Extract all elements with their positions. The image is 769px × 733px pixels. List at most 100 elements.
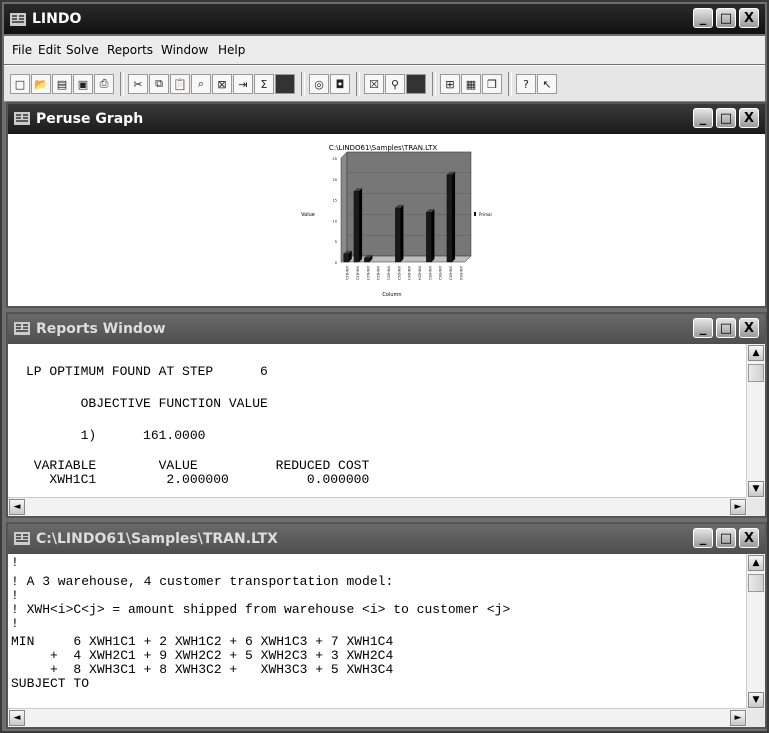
menu-file[interactable]: File [12,43,32,57]
solve-icon[interactable]: ◎ [309,74,329,94]
reports-vertical-scrollbar[interactable]: ▲ ▼ [746,344,765,498]
x-axis-label: Column [382,292,401,298]
scroll-left-arrow-icon[interactable]: ◄ [9,710,25,726]
picture-icon[interactable] [406,74,426,94]
print-icon[interactable]: ⎙ [94,74,114,94]
menu-window[interactable]: Window [161,43,208,57]
stop-icon[interactable] [275,74,295,94]
reports-minimize-button[interactable]: _ [693,318,713,338]
app-close-button[interactable]: X [739,8,759,28]
report-line: OBJECTIVE FUNCTION VALUE [26,396,268,411]
reports-text-area[interactable]: LP OPTIMUM FOUND AT STEP 6 OBJECTIVE FUN… [8,344,765,516]
report-line: VARIABLE VALUE REDUCED COST [26,458,370,473]
model-text-area[interactable]: ! ! A 3 warehouse, 4 customer transporta… [8,554,765,727]
menu-edit[interactable]: Edit [38,43,61,57]
app-maximize-button[interactable]: □ [716,8,736,28]
clear-icon[interactable]: ⊠ [212,74,232,94]
bar-side [431,209,435,262]
reports-horizontal-scrollbar[interactable]: ◄ ► [8,497,747,516]
find-icon[interactable]: ⌕ [191,74,211,94]
reports-close-button[interactable]: X [739,318,759,338]
bar [343,253,349,263]
menu-solve[interactable]: Solve [66,43,99,57]
scroll-down-arrow-icon[interactable]: ▼ [748,692,764,708]
scroll-right-arrow-icon[interactable]: ► [730,710,746,726]
y-tick-label: 25 [333,157,337,161]
bar-side [452,171,456,262]
y-tick-label: 10 [333,219,337,223]
sum-icon[interactable]: Σ [254,74,274,94]
reports-maximize-button[interactable]: □ [716,318,736,338]
scroll-right-arrow-icon[interactable]: ► [730,499,746,515]
reports-window-title-bar[interactable]: Reports Window _ □ X [8,314,765,344]
x-tick-label: XWH3C4 [459,266,463,280]
toolbar-separator [301,72,305,96]
model-line: ! [11,616,19,631]
report-line: 1) 161.0000 [26,428,206,443]
x-tick-label: XWH3C2 [438,266,442,280]
new-icon[interactable]: □ [10,74,30,94]
scroll-thumb[interactable] [748,574,764,592]
scroll-up-arrow-icon[interactable]: ▲ [748,555,764,571]
resize-grip[interactable] [747,709,765,727]
y-tick-label: 5 [335,240,337,244]
window-icon [14,112,30,125]
graph-window-title: Peruse Graph [36,111,144,127]
compile-icon[interactable]: ◘ [330,74,350,94]
bar [446,174,453,263]
model-vertical-scrollbar[interactable]: ▲ ▼ [746,554,765,709]
window-icon [14,532,30,545]
context-help-icon[interactable]: ↖ [537,74,557,94]
app-title-bar[interactable]: LINDO _ □ X [4,4,765,34]
save-icon[interactable]: ▤ [52,74,72,94]
x-tick-label: XWH1C3 [366,266,370,280]
go-to-line-icon[interactable]: ⇥ [233,74,253,94]
scroll-down-arrow-icon[interactable]: ▼ [748,481,764,497]
help-icon[interactable]: ? [516,74,536,94]
model-line: SUBJECT TO [11,676,90,691]
save-as-icon[interactable]: ▣ [73,74,93,94]
cascade-icon[interactable]: ❐ [482,74,502,94]
window-icon [14,322,30,335]
report-icon[interactable]: ⚲ [385,74,405,94]
y-tick-label: 15 [333,199,337,203]
graph-window-title-bar[interactable]: Peruse Graph _ □ X [8,104,765,134]
x-tick-label: XWH3C3 [449,266,453,280]
toolbar-separator [432,72,436,96]
menu-help[interactable]: Help [218,43,245,57]
model-minimize-button[interactable]: _ [693,528,713,548]
copy-icon[interactable]: ⧉ [149,74,169,94]
bar [364,257,370,263]
app-minimize-button[interactable]: _ [693,8,713,28]
bar-side [400,204,404,262]
options-icon[interactable]: ☒ [364,74,384,94]
model-close-button[interactable]: X [739,528,759,548]
open-icon[interactable]: 📂 [31,74,51,94]
app-title: LINDO [32,11,82,27]
legend-label: Primal [479,212,492,217]
model-line: ! XWH<i>C<j> = amount shipped from wareh… [11,602,511,617]
cut-icon[interactable]: ✂ [128,74,148,94]
graph-minimize-button[interactable]: _ [693,108,713,128]
model-horizontal-scrollbar[interactable]: ◄ ► [8,708,747,727]
scroll-up-arrow-icon[interactable]: ▲ [748,345,764,361]
window-icon[interactable]: ⊞ [440,74,460,94]
report-line: XWH1C1 2.000000 0.000000 [26,472,370,487]
model-line: ! A 3 warehouse, 4 customer transportati… [11,574,394,589]
scroll-thumb[interactable] [748,364,764,382]
model-window-title: C:\LINDO61\Samples\TRAN.LTX [36,531,278,547]
x-tick-label: XWH1C4 [376,266,380,280]
model-window-title-bar[interactable]: C:\LINDO61\Samples\TRAN.LTX _ □ X [8,524,765,554]
model-maximize-button[interactable]: □ [716,528,736,548]
peruse-graph-window: Peruse Graph _ □ X C:\LINDO61\Samples\TR… [6,102,767,308]
menu-reports[interactable]: Reports [107,43,153,57]
tile-icon[interactable]: ▦ [461,74,481,94]
graph-close-button[interactable]: X [739,108,759,128]
scroll-left-arrow-icon[interactable]: ◄ [9,499,25,515]
chart-plot-area: 0 5 10 15 20 25 XWH1C1 XWH1C2 XWH1C3 XWH1C4 XWH2C1… [333,151,472,280]
graph-maximize-button[interactable]: □ [716,108,736,128]
x-tick-label: XWH2C3 [407,266,411,280]
resize-grip[interactable] [747,498,765,516]
paste-icon[interactable]: 📋 [170,74,190,94]
model-line: ! [11,588,19,603]
